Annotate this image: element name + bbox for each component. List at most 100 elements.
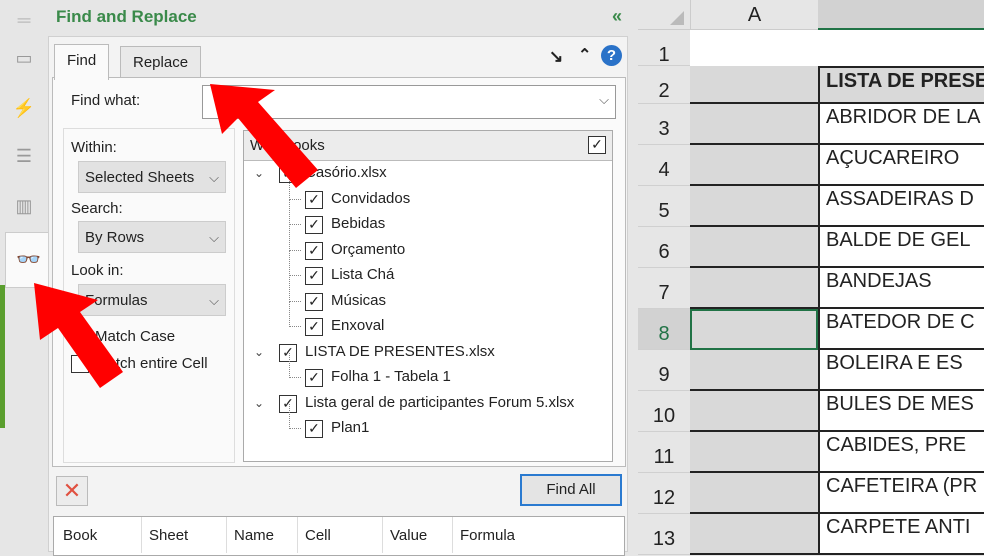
row-header[interactable]: 6 [638,227,690,268]
tree-item-label[interactable]: Bebidas [331,215,385,232]
tree-item-label[interactable]: Orçamento [331,241,405,258]
match-case-label: Match Case [95,328,176,345]
within-select[interactable]: Selected Sheets ⌵ [78,161,226,193]
chevron-down-icon[interactable]: ⌵ [599,92,609,108]
row-header[interactable]: 12 [638,473,690,514]
expand-collapse-icon[interactable]: ⌃ [578,45,591,65]
cell-a[interactable] [690,145,818,186]
row-header[interactable]: 7 [638,268,690,309]
cell-b[interactable]: BATEDOR DE C [818,309,984,350]
column-header-a[interactable]: A [690,0,818,30]
tree-connector [289,225,301,251]
row-header[interactable]: 1 [638,30,690,66]
tree-item-label[interactable]: Lista geral de participantes Forum 5.xls… [305,394,574,411]
row-header[interactable]: 4 [638,145,690,186]
tree-item-checkbox[interactable]: ✓ [305,318,323,336]
expand-chevron-icon[interactable]: ⌄ [254,345,264,359]
cell-a[interactable] [690,432,818,473]
select-all-corner[interactable] [638,0,690,30]
tree-item-label[interactable]: Casório.xlsx [305,164,387,181]
cell-b[interactable]: ABRIDOR DE LA [818,104,984,145]
find-replace-side-tab[interactable]: 👓 [5,232,49,288]
clear-results-button[interactable]: ✕ [56,476,88,506]
row-header[interactable]: 5 [638,186,690,227]
look-in-select[interactable]: Formulas ⌵ [78,284,226,316]
row-header[interactable]: 13 [638,514,690,555]
cell-a[interactable] [690,186,818,227]
cell-b[interactable]: BANDEJAS [818,268,984,309]
tab-find[interactable]: Find [54,44,110,80]
tree-item-label[interactable]: Enxoval [331,317,384,334]
collapse-panel-icon[interactable]: « [612,6,622,27]
tree-connector [289,276,301,302]
find-what-input[interactable]: ⌵ [202,85,616,119]
cell-a[interactable] [690,514,818,555]
flash-sheet-icon[interactable]: ⚡ [12,98,36,118]
cell-a[interactable] [690,309,818,350]
workbook-manager-icon[interactable]: ▭ [12,48,36,68]
cell-a[interactable] [690,391,818,432]
tree-item-checkbox[interactable]: ✓ [305,190,323,209]
row-header[interactable]: 11 [638,432,690,473]
cell-b[interactable]: LISTA DE PRESENTES [818,66,984,104]
column-divider [382,517,383,553]
layers-icon[interactable]: ☰ [12,146,36,166]
tree-item-checkbox[interactable]: ✓ [305,292,323,311]
results-column-header[interactable]: Sheet [149,527,188,544]
expand-chevron-icon[interactable]: ⌄ [254,166,264,180]
tree-item-label[interactable]: Plan1 [331,419,369,436]
match-entire-cell-checkbox[interactable] [71,355,89,373]
cell-b[interactable]: BULES DE MES [818,391,984,432]
tree-item-checkbox[interactable]: ✓ [305,216,323,234]
tree-item-checkbox[interactable]: ✓ [305,369,323,387]
tree-connector [289,404,301,429]
cell-b[interactable]: AÇUCAREIRO [818,145,984,186]
tree-item-label[interactable]: Músicas [331,292,386,309]
results-column-header[interactable]: Value [390,527,427,544]
cell-b[interactable]: CABIDES, PRE [818,432,984,473]
cell-b[interactable]: BALDE DE GEL [818,227,984,268]
cell-a[interactable] [690,350,818,391]
column-header-b[interactable] [818,0,984,30]
tree-connector [289,174,301,200]
tree-item-label[interactable]: Folha 1 - Tabela 1 [331,368,451,385]
select-all-checkbox[interactable]: ✓ [588,136,606,154]
results-column-header[interactable]: Book [63,527,97,544]
tree-item-label[interactable]: Lista Chá [331,266,394,283]
expand-chevron-icon[interactable]: ⌄ [254,396,264,410]
help-icon[interactable]: ? [601,45,622,66]
row-header[interactable]: 8 [638,309,690,350]
cell-a[interactable] [690,473,818,514]
cell-a[interactable] [690,104,818,145]
row-header[interactable]: 9 [638,350,690,391]
results-column-header[interactable]: Name [234,527,274,544]
results-column-header[interactable]: Cell [305,527,331,544]
tree-header-label: Workbooks [250,137,325,154]
tree-item-checkbox[interactable]: ✓ [305,420,323,438]
match-case-checkbox[interactable]: ✓ [71,328,89,346]
tree-connector [289,251,301,276]
chevron-down-icon: ⌵ [209,170,219,185]
tab-replace[interactable]: Replace [120,46,202,77]
grip-icon[interactable]: ═ [12,10,36,30]
cell-a[interactable] [690,268,818,309]
search-select[interactable]: By Rows ⌵ [78,221,226,253]
tree-item-label[interactable]: LISTA DE PRESENTES.xlsx [305,343,495,360]
columns-icon[interactable]: ▥ [12,196,36,216]
tree-item-label[interactable]: Convidados [331,190,410,207]
tree-item-checkbox[interactable]: ✓ [305,267,323,285]
tree-item-checkbox[interactable]: ✓ [305,241,323,260]
cell-b[interactable]: BOLEIRA E ES [818,350,984,391]
row-header[interactable]: 10 [638,391,690,432]
cell-b[interactable]: CAFETEIRA (PR [818,473,984,514]
cell-a[interactable] [690,227,818,268]
row-header[interactable]: 3 [638,104,690,145]
row-header[interactable]: 2 [638,66,690,104]
cell-b[interactable]: ASSADEIRAS D [818,186,984,227]
find-all-button[interactable]: Find All [520,474,622,506]
results-column-header[interactable]: Formula [460,527,515,544]
cell-b[interactable]: CARPETE ANTI [818,514,984,555]
cell-a[interactable] [690,66,818,104]
dock-arrow-icon[interactable]: ↘ [549,47,563,67]
panel-title: Find and Replace [56,7,197,26]
